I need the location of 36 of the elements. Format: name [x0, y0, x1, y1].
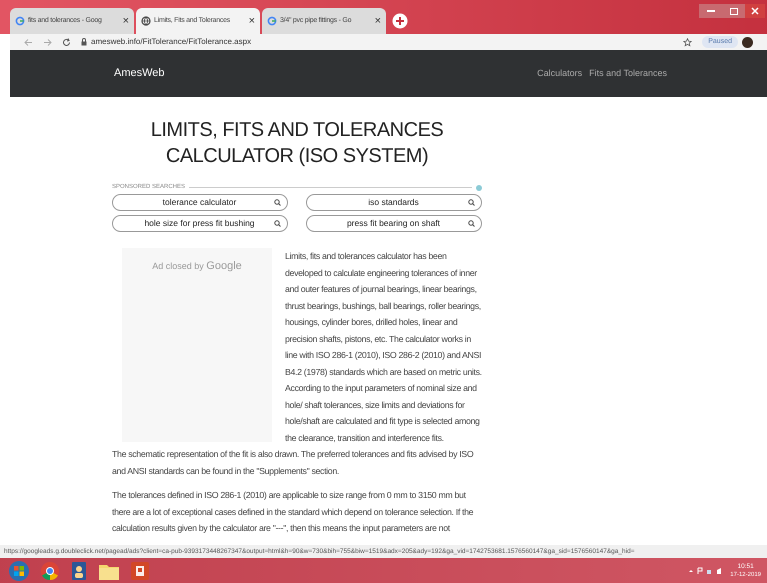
- paragraph: Limits, fits and tolerances calculator has been developed to calculate engineering tolerances of inner and outer features of journal bearings, linear bearings, thrust bearings, bushings, ball bearings, roller bearings, housings, cylinder bores, drilled holes, linear and precision shafts, pistons, etc. The calculator works in line with ISO 286-1 (2010), ISO 286-2 (2010) and ANSI B4.2 (1978) standards which are based on metric units. According to the input parameters of nominal size and hole/ shaft tolerances, size limits and deviations for hole/shaft are calculated and fit type is selected among the clearance, transition and interference fits.: [285, 250, 482, 444]
- paragraph: The tolerances defined in ISO 286-1 (2010) are applicable to size range from 0 mm to 3150 mm but there are a lot of exceptional cases defined in the standard which depend on tolerance selection. If the calculation results given by the calculator are "---", then this means the input parameters are not: [112, 489, 474, 535]
- search-icon: [274, 199, 281, 206]
- nav-link[interactable]: Calculators: [537, 66, 582, 80]
- tab-close-button[interactable]: ×: [248, 12, 255, 30]
- lock-icon: [81, 38, 87, 46]
- search-icon: [274, 220, 281, 227]
- minimize-button[interactable]: [699, 4, 723, 18]
- new-tab-icon[interactable]: [392, 13, 408, 29]
- close-icon: [751, 7, 759, 15]
- search-icon: [468, 199, 475, 206]
- contacts-icon[interactable]: [70, 560, 88, 580]
- globe-icon: [141, 16, 151, 26]
- search-suggestion[interactable]: tolerance calculator: [112, 194, 288, 211]
- search-suggestion[interactable]: hole size for press fit bushing: [112, 215, 288, 232]
- start-orb-icon[interactable]: [8, 560, 30, 582]
- address-field[interactable]: amesweb.info/FitTolerance/FitTolerance.aspx: [91, 36, 252, 48]
- chrome-icon[interactable]: [40, 560, 60, 580]
- search-icon: [468, 220, 475, 227]
- star-icon[interactable]: [683, 38, 692, 46]
- powerpoint-icon[interactable]: [130, 560, 150, 580]
- avatar-icon[interactable]: [742, 36, 753, 48]
- ad-closed-text: Ad closed by Google: [152, 259, 242, 274]
- close-button[interactable]: [745, 4, 765, 18]
- tab-close-button[interactable]: ×: [374, 12, 381, 30]
- google-icon: [267, 16, 277, 26]
- nav-link[interactable]: Fits and Tolerances: [589, 66, 667, 80]
- search-suggestion[interactable]: press fit bearing on shaft: [306, 215, 482, 232]
- reload-icon[interactable]: [62, 38, 71, 46]
- paragraph: The schematic representation of the fit is also drawn. The preferred tolerances and fits advised by ISO and ANSI standards can be found in the "Supplements" section.: [112, 448, 474, 478]
- google-icon: [15, 16, 25, 26]
- maximize-button[interactable]: [723, 4, 745, 18]
- brand-link[interactable]: AmesWeb: [114, 65, 165, 82]
- search-suggestion[interactable]: iso standards: [306, 194, 482, 211]
- page-title: LIMITS, FITS AND TOLERANCES CALCULATOR (ISO SYSTEM): [150, 118, 444, 169]
- tab-close-button[interactable]: ×: [122, 12, 129, 30]
